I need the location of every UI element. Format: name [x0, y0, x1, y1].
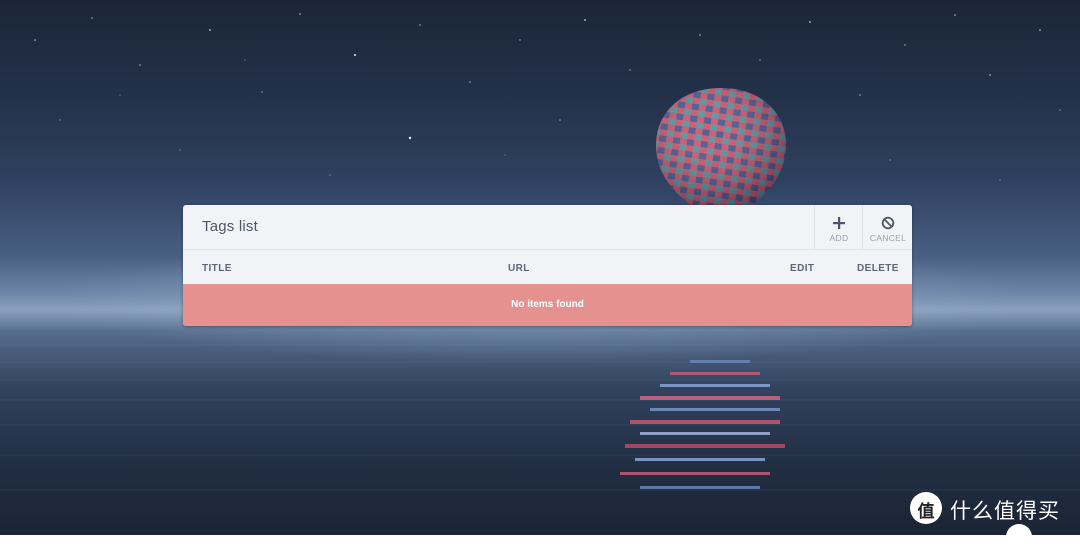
cancel-button-label: CANCEL	[869, 233, 907, 243]
column-delete: DELETE	[857, 263, 899, 274]
column-title[interactable]: TITLE	[202, 263, 232, 274]
watermark-text: 什么值得买	[950, 499, 1060, 523]
add-button[interactable]: ADD	[814, 205, 863, 249]
plus-icon	[833, 217, 845, 229]
corner-decoration	[1006, 524, 1032, 550]
balloon-reflection	[620, 360, 785, 489]
ban-icon	[881, 216, 895, 230]
empty-state-message: No items found	[511, 299, 584, 310]
watermark-logo-icon: 值	[910, 492, 942, 524]
water-ripples	[0, 344, 1080, 491]
watermark: 值 什么值得买	[910, 492, 1080, 524]
column-edit: EDIT	[790, 263, 815, 274]
hot-air-balloon	[656, 88, 786, 208]
cancel-button[interactable]: CANCEL	[862, 205, 912, 249]
add-button-label: ADD	[829, 233, 849, 243]
empty-state-row: No items found	[183, 284, 912, 326]
table-header: TITLE URL EDIT DELETE	[183, 250, 912, 284]
stars	[34, 13, 1061, 181]
tags-list-panel: Tags list ADD CANCEL TITLE URL EDIT DELE…	[183, 205, 912, 326]
column-url[interactable]: URL	[508, 263, 530, 274]
watermark-logo-char: 值	[917, 502, 935, 522]
panel-header: Tags list ADD CANCEL	[183, 205, 912, 250]
panel-title: Tags list	[202, 218, 258, 235]
